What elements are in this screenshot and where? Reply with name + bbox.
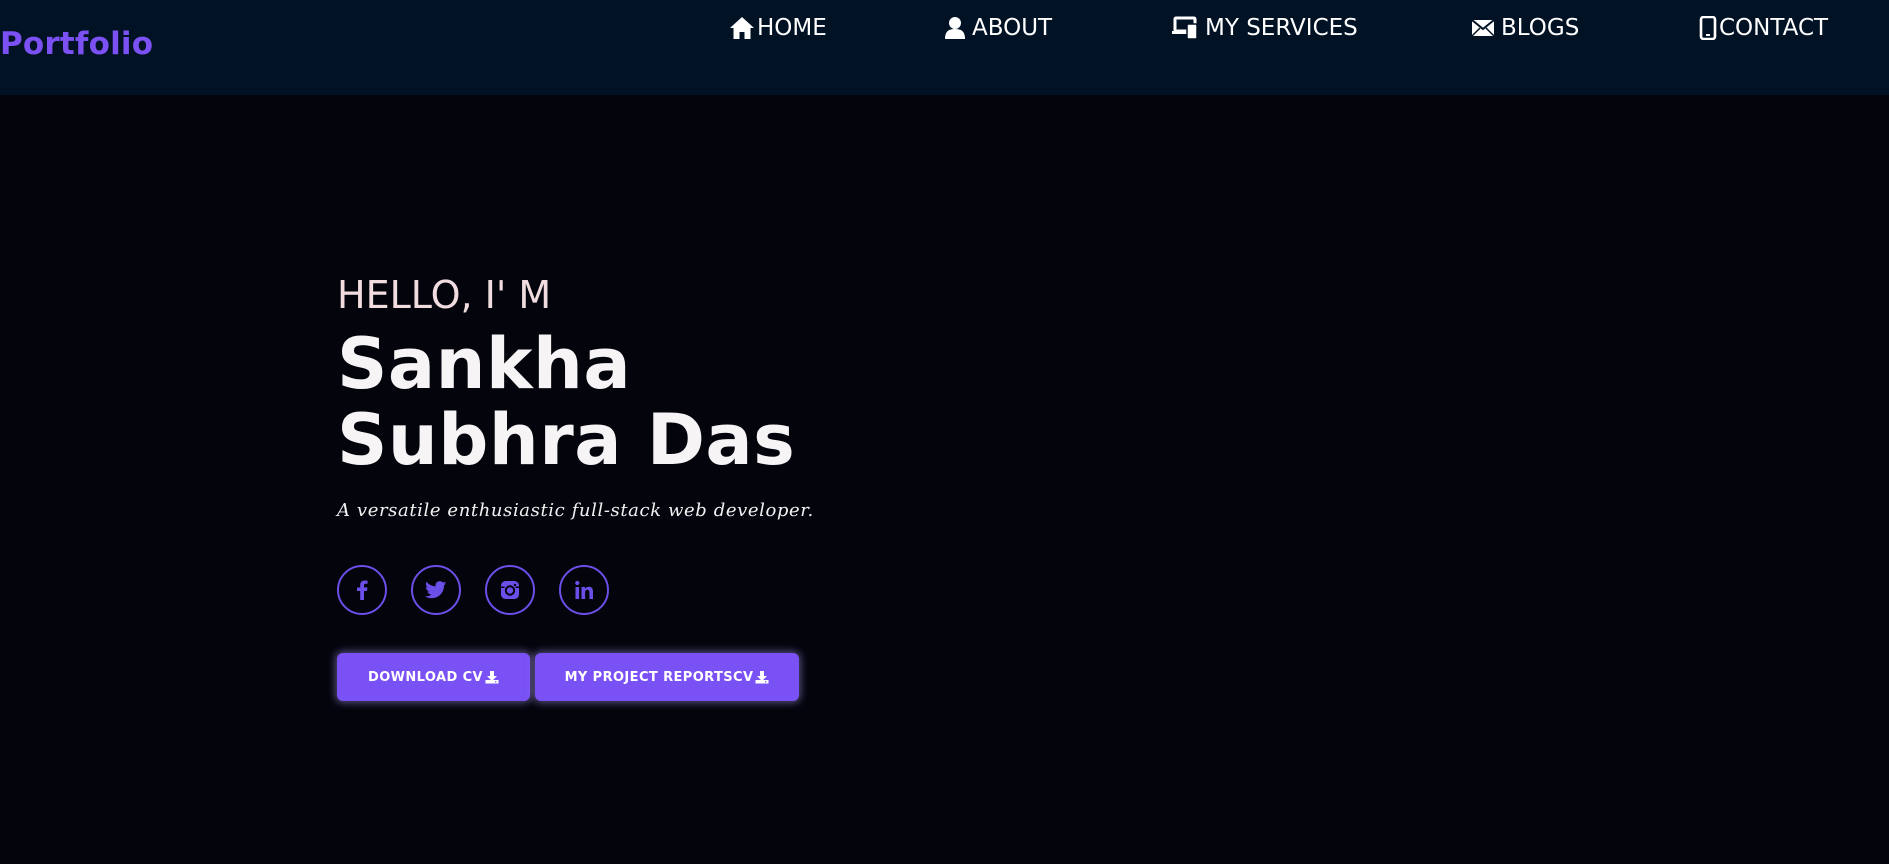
hero-buttons: DOWNLOAD CV MY PROJECT REPORTSCV [337, 653, 799, 701]
download-icon [755, 670, 769, 684]
download-cv-label: DOWNLOAD CV [368, 669, 483, 685]
facebook-link[interactable] [337, 565, 387, 615]
nav-item-label: MY SERVICES [1205, 15, 1358, 41]
mobile-icon [1699, 16, 1717, 40]
devices-icon [1171, 16, 1199, 40]
hero-text: HELLO, I' M Sankha Subhra Das A versatil… [337, 268, 814, 521]
social-links [337, 565, 609, 615]
project-reports-label: MY PROJECT REPORTSCV [564, 669, 754, 685]
facebook-icon [356, 580, 368, 600]
nav-item-contact[interactable]: CONTACT [1699, 12, 1828, 44]
user-icon [944, 16, 966, 40]
hero-name-line-2: Subhra Das [337, 399, 796, 481]
project-reports-button[interactable]: MY PROJECT REPORTSCV [535, 653, 799, 701]
instagram-icon [500, 580, 520, 600]
nav-item-services[interactable]: MY SERVICES [1171, 12, 1358, 44]
download-icon [485, 670, 499, 684]
logo[interactable]: Portfolio [0, 26, 153, 62]
nav-item-blogs[interactable]: BLOGS [1471, 12, 1579, 44]
nav-item-label: HOME [757, 15, 827, 41]
nav-item-about[interactable]: ABOUT [944, 12, 1052, 44]
linkedin-link[interactable] [559, 565, 609, 615]
nav-item-label: ABOUT [972, 15, 1053, 41]
twitter-link[interactable] [411, 565, 461, 615]
linkedin-icon [574, 580, 594, 600]
hero-name-line-1: Sankha [337, 323, 632, 405]
nav-item-home[interactable]: HOME [729, 12, 827, 44]
hero-greeting: HELLO, I' M [337, 273, 552, 317]
nav-item-label: BLOGS [1501, 15, 1580, 41]
navbar: Portfolio HOME ABOUT MY SERVICES BLOGS C… [0, 0, 1889, 95]
twitter-icon [425, 581, 447, 599]
instagram-link[interactable] [485, 565, 535, 615]
hero-name: Sankha Subhra Das [337, 326, 814, 478]
download-cv-button[interactable]: DOWNLOAD CV [337, 653, 530, 701]
hero-tagline: A versatile enthusiastic full-stack web … [337, 500, 814, 521]
nav-item-label: CONTACT [1719, 15, 1829, 41]
envelope-icon [1471, 18, 1495, 38]
home-icon [729, 16, 755, 40]
